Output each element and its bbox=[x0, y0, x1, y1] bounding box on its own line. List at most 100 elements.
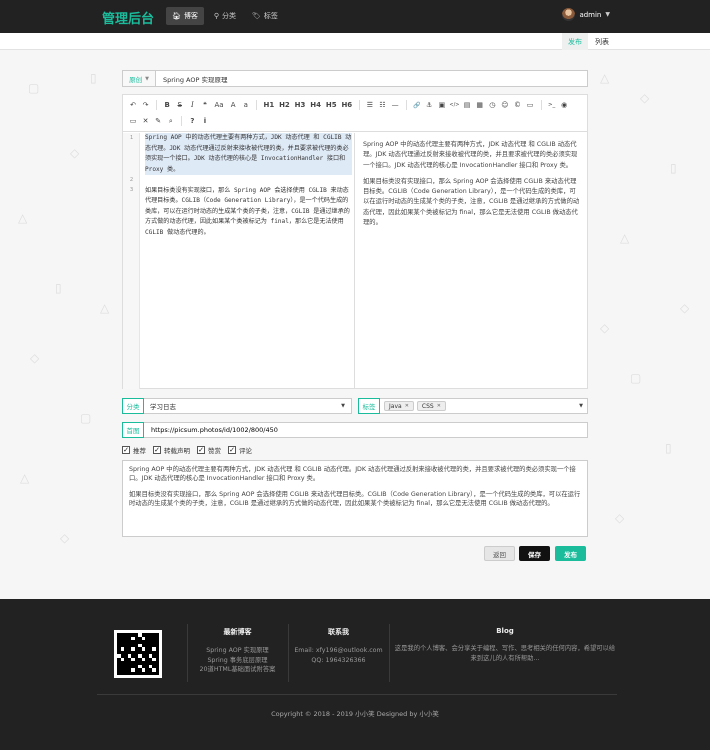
ordered-list-icon[interactable]: ☷ bbox=[377, 97, 389, 113]
category-label: 分类 bbox=[122, 398, 144, 414]
contact-title: 联系我 bbox=[328, 628, 349, 636]
watch-icon[interactable]: ◉ bbox=[558, 97, 570, 113]
toolbar-divider bbox=[358, 100, 360, 110]
footer-divider bbox=[288, 624, 289, 682]
caret-down-icon: ▼ bbox=[605, 11, 610, 18]
italic-icon[interactable]: I bbox=[186, 97, 198, 113]
h6-icon[interactable]: H6 bbox=[339, 97, 354, 113]
h1-icon[interactable]: H1 bbox=[261, 97, 276, 113]
nav-item-tags[interactable]: 🏷︎ 标签 bbox=[246, 7, 284, 25]
email-value[interactable]: xfy196@outlook.com bbox=[316, 647, 383, 654]
uppercase-icon[interactable]: Aa bbox=[212, 97, 227, 113]
title-row: 原创 ▼ bbox=[122, 70, 588, 87]
line-number-gutter: 1 2 3 bbox=[123, 133, 140, 389]
preview-icon[interactable]: ▭ bbox=[127, 113, 139, 129]
cover-image-input[interactable] bbox=[144, 422, 588, 438]
line-number: 3 bbox=[129, 187, 134, 193]
nav-item-label: 分类 bbox=[222, 12, 237, 20]
home-icon: 🏠︎ bbox=[172, 12, 181, 20]
search-icon[interactable]: ⌕ bbox=[165, 113, 177, 129]
unordered-list-icon[interactable]: ☰ bbox=[364, 97, 376, 113]
check-icon: ✓ bbox=[228, 445, 236, 454]
info-icon[interactable]: i bbox=[199, 113, 211, 129]
h2-icon[interactable]: H2 bbox=[277, 97, 292, 113]
image-icon[interactable]: ▣ bbox=[436, 97, 448, 113]
clear-icon[interactable]: ✎ bbox=[152, 113, 164, 129]
checkbox-label: 评论 bbox=[239, 447, 252, 455]
help-icon[interactable]: ? bbox=[186, 113, 198, 129]
back-button[interactable]: 返回 bbox=[484, 546, 515, 561]
capitalize-icon[interactable]: A bbox=[227, 97, 239, 113]
tab-list[interactable]: 列表 bbox=[589, 33, 615, 50]
top-navbar: 管理后台 🏠︎ 博客 ⚲ 分类 🏷︎ 标签 admin ▼ bbox=[0, 0, 710, 33]
main-nav: 🏠︎ 博客 ⚲ 分类 🏷︎ 标签 bbox=[166, 7, 284, 25]
bold-icon[interactable]: B bbox=[161, 97, 173, 113]
latest-blog-link[interactable]: 20道HTML基础面试附答案 bbox=[190, 666, 285, 675]
cover-image-label: 首图 bbox=[122, 422, 144, 438]
latest-blog-link[interactable]: Spring 事务底层原理 bbox=[190, 656, 285, 666]
appreciation-checkbox[interactable]: ✓ 赞赏 bbox=[197, 445, 221, 455]
terminal-icon[interactable]: >_ bbox=[546, 97, 558, 113]
nav-item-blog[interactable]: 🏠︎ 博客 bbox=[166, 7, 204, 25]
code-icon[interactable]: </> bbox=[448, 97, 460, 113]
quote-icon[interactable]: ❝ bbox=[199, 97, 211, 113]
html-entities-icon[interactable]: © bbox=[511, 97, 523, 113]
check-icon: ✓ bbox=[197, 445, 205, 454]
summary-textarea[interactable]: Spring AOP 中的动态代理主要有两种方式，JDK 动态代理 和 CGLI… bbox=[122, 460, 588, 537]
emoji-icon[interactable]: ☺ bbox=[499, 97, 511, 113]
footer-divider bbox=[389, 624, 390, 682]
recommend-checkbox[interactable]: ✓ 推荐 bbox=[122, 445, 146, 455]
markdown-input-pane[interactable]: 1 2 3 Spring AOP 中的动态代理主要有两种方式，JDK 动态代理 … bbox=[123, 133, 355, 389]
h3-icon[interactable]: H3 bbox=[293, 97, 308, 113]
tag-chip[interactable]: CSS ✕ bbox=[416, 401, 446, 411]
reprint-notice-checkbox[interactable]: ✓ 转载声明 bbox=[153, 445, 190, 455]
footer-divider bbox=[187, 624, 188, 682]
category-row: 分类 学习日志 ▼ bbox=[122, 398, 352, 414]
article-type-dropdown[interactable]: 原创 ▼ bbox=[123, 71, 156, 86]
tag-label: Java bbox=[389, 402, 402, 410]
anchor-icon[interactable]: ⚓ bbox=[423, 97, 435, 113]
markdown-text[interactable]: Spring AOP 中的动态代理主要有两种方式，JDK 动态代理 和 CGLI… bbox=[145, 133, 352, 238]
h5-icon[interactable]: H5 bbox=[324, 97, 339, 113]
cover-image-row: 首图 bbox=[122, 422, 588, 438]
datetime-icon[interactable]: ◷ bbox=[486, 97, 498, 113]
check-icon: ✓ bbox=[122, 445, 130, 454]
undo-icon[interactable]: ↶ bbox=[127, 97, 139, 113]
save-button[interactable]: 保存 bbox=[519, 546, 550, 561]
comment-checkbox[interactable]: ✓ 评论 bbox=[228, 445, 252, 455]
markdown-editor: ↶ ↷ B S I ❝ Aa A a H1 H2 H3 H4 H5 H6 ☰ ☷… bbox=[122, 94, 588, 389]
tags-select[interactable]: Java ✕ CSS ✕ ▼ bbox=[380, 398, 588, 414]
code-line: Spring AOP 中的动态代理主要有两种方式，JDK 动态代理 和 CGLI… bbox=[145, 133, 352, 175]
tab-publish[interactable]: 发布 bbox=[562, 33, 588, 50]
tag-chip[interactable]: Java ✕ bbox=[384, 401, 414, 411]
remove-tag-icon[interactable]: ✕ bbox=[405, 403, 409, 409]
latest-blog-link[interactable]: Spring AOP 实现原理 bbox=[190, 646, 285, 656]
blog-description: 这是我的个人博客、会分享关于编程、写作、思考相关的任何内容，希望可以给来到这儿的… bbox=[394, 645, 616, 662]
pagebreak-icon[interactable]: ▭ bbox=[524, 97, 536, 113]
link-icon[interactable]: 🔗 bbox=[411, 97, 423, 113]
category-select[interactable]: 学习日志 ▼ bbox=[144, 398, 352, 414]
table-icon[interactable]: ▦ bbox=[474, 97, 486, 113]
summary-paragraph: 如果目标类没有实现接口，那么 Spring AOP 会选择使用 CGLIB 来动… bbox=[129, 490, 581, 508]
check-icon: ✓ bbox=[153, 445, 161, 454]
user-menu[interactable]: admin ▼ bbox=[562, 8, 610, 21]
qr-code bbox=[114, 630, 162, 678]
fullscreen-icon[interactable]: ✕ bbox=[140, 113, 152, 129]
summary-paragraph: Spring AOP 中的动态代理主要有两种方式，JDK 动态代理 和 CGLI… bbox=[129, 466, 576, 483]
hr-icon[interactable]: — bbox=[389, 97, 401, 113]
caret-down-icon: ▼ bbox=[341, 403, 345, 409]
checkbox-label: 推荐 bbox=[133, 447, 146, 455]
h4-icon[interactable]: H4 bbox=[308, 97, 323, 113]
strikethrough-icon[interactable]: S bbox=[174, 97, 186, 113]
title-input[interactable] bbox=[156, 71, 587, 86]
nav-item-category[interactable]: ⚲ 分类 bbox=[208, 7, 242, 25]
footer: 最新博客 Spring AOP 实现原理 Spring 事务底层原理 20道HT… bbox=[0, 599, 710, 750]
footer-contact: 联系我 Email: xfy196@outlook.com QQ: 196432… bbox=[290, 627, 387, 666]
lowercase-icon[interactable]: a bbox=[240, 97, 252, 113]
brand-title[interactable]: 管理后台 bbox=[102, 8, 154, 27]
remove-tag-icon[interactable]: ✕ bbox=[437, 403, 441, 409]
code-block-icon[interactable]: ▤ bbox=[461, 97, 473, 113]
redo-icon[interactable]: ↷ bbox=[140, 97, 152, 113]
publish-button[interactable]: 发布 bbox=[555, 546, 586, 561]
tags-row: 标签 Java ✕ CSS ✕ ▼ bbox=[358, 398, 588, 414]
